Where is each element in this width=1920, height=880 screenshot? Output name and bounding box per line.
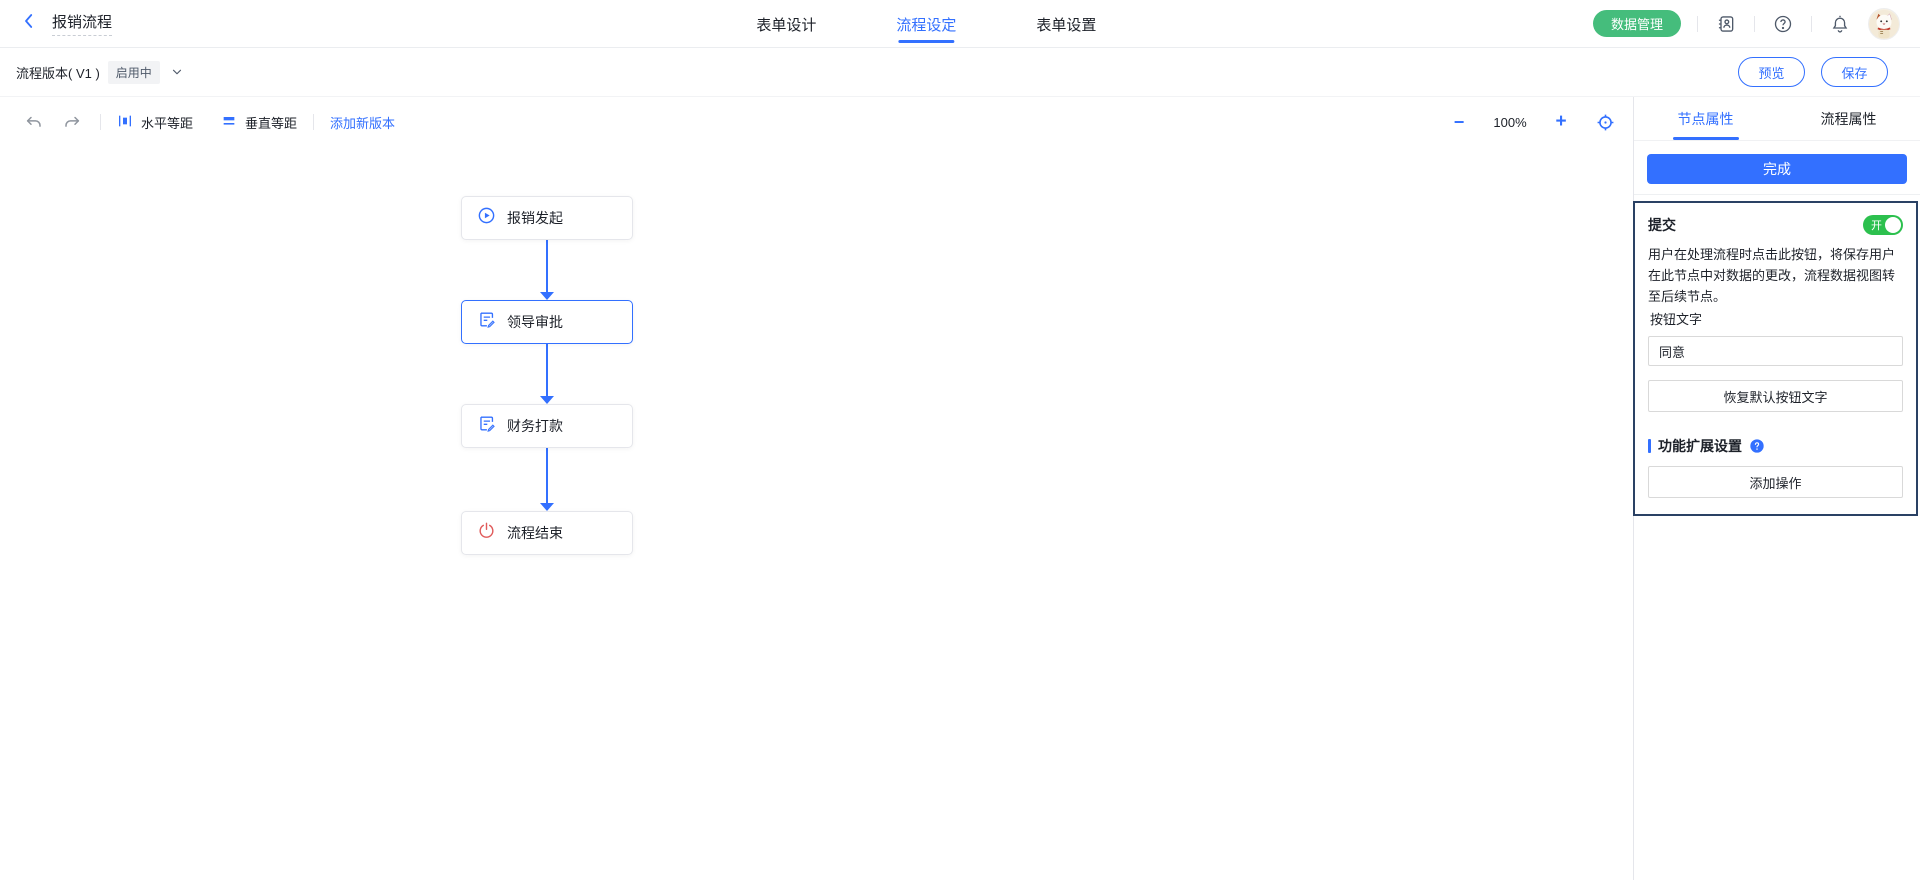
divider <box>1634 194 1920 195</box>
back-button[interactable] <box>20 12 38 35</box>
power-off-icon <box>477 521 496 545</box>
divider <box>1697 16 1698 32</box>
tab-flow-setting[interactable]: 流程设定 <box>896 0 956 48</box>
redo-icon[interactable] <box>60 110 84 134</box>
flow-node-end[interactable]: 流程结束 <box>461 511 633 555</box>
bell-icon[interactable] <box>1828 12 1852 36</box>
flow-connector <box>546 344 548 396</box>
node-label: 流程结束 <box>507 523 563 543</box>
horizontal-space-label: 水平等距 <box>141 113 193 132</box>
version-bar: 流程版本( V1 ) 启用中 预览 保存 <box>0 48 1920 97</box>
version-actions: 预览 保存 <box>1738 57 1904 87</box>
zoom-out-icon[interactable]: − <box>1447 110 1471 134</box>
restore-default-button[interactable]: 恢复默认按钮文字 <box>1648 380 1903 412</box>
section-accent-bar <box>1648 439 1651 453</box>
divider <box>1811 16 1812 32</box>
status-badge: 启用中 <box>108 61 160 84</box>
flow-designer-app: 报销流程 表单设计 流程设定 表单设置 数据管理 <box>0 0 1920 880</box>
divider <box>100 114 101 130</box>
main-area: 水平等距 垂直等距 添加新版本 − 100% <box>0 97 1920 880</box>
vertical-space-icon <box>221 113 237 132</box>
data-manage-button[interactable]: 数据管理 <box>1593 10 1681 37</box>
node-config-box: 提交 开 用户在处理流程时点击此按钮，将保存用户在此节点中对数据的更改，流程数据… <box>1633 201 1918 516</box>
node-label: 财务打款 <box>507 416 563 436</box>
submit-toggle[interactable]: 开 <box>1863 215 1903 235</box>
button-text-label: 按钮文字 <box>1648 309 1903 328</box>
extension-section-header: 功能扩展设置 <box>1648 436 1903 456</box>
node-label: 领导审批 <box>507 312 563 332</box>
header-tabs: 表单设计 流程设定 表单设置 <box>716 0 1136 48</box>
arrow-down-icon <box>540 503 554 511</box>
flow-node-finance[interactable]: 财务打款 <box>461 404 633 448</box>
divider <box>313 114 314 130</box>
tab-form-design[interactable]: 表单设计 <box>756 0 816 48</box>
add-action-button[interactable]: 添加操作 <box>1648 466 1903 498</box>
chevron-left-icon <box>20 12 38 35</box>
extension-section-title: 功能扩展设置 <box>1658 436 1742 456</box>
arrow-down-icon <box>540 292 554 300</box>
properties-panel: 节点属性 流程属性 完成 提交 开 用户在处理流程时点击此按钮，将保存用户在此节… <box>1633 97 1920 880</box>
zoom-in-icon[interactable]: + <box>1549 110 1573 134</box>
vertical-space-button[interactable]: 垂直等距 <box>221 113 297 132</box>
arrow-down-icon <box>540 396 554 404</box>
panel-tabs: 节点属性 流程属性 <box>1634 97 1920 141</box>
horizontal-space-icon <box>117 113 133 132</box>
play-circle-icon <box>477 206 496 230</box>
tab-form-setting[interactable]: 表单设置 <box>1036 0 1096 48</box>
add-version-button[interactable]: 添加新版本 <box>330 113 395 132</box>
divider <box>1754 16 1755 32</box>
flow-canvas[interactable]: 水平等距 垂直等距 添加新版本 − 100% <box>0 97 1633 880</box>
locate-icon[interactable] <box>1593 110 1617 134</box>
node-label: 报销发起 <box>507 208 563 228</box>
tab-node-properties[interactable]: 节点属性 <box>1634 97 1777 140</box>
submit-section-title: 提交 <box>1648 215 1676 235</box>
flow-connector <box>546 448 548 503</box>
header-right-actions: 数据管理 <box>1593 8 1900 40</box>
flow-connector <box>546 240 548 292</box>
contacts-icon[interactable] <box>1714 12 1738 36</box>
page-title[interactable]: 报销流程 <box>52 11 112 36</box>
save-button[interactable]: 保存 <box>1821 57 1888 87</box>
canvas-toolbar: 水平等距 垂直等距 添加新版本 − 100% <box>0 104 1633 140</box>
vertical-space-label: 垂直等距 <box>245 113 297 132</box>
avatar[interactable] <box>1868 8 1900 40</box>
complete-button[interactable]: 完成 <box>1647 154 1907 184</box>
approval-doc-icon <box>477 414 496 438</box>
version-label: 流程版本( V1 ) <box>16 63 100 82</box>
preview-button[interactable]: 预览 <box>1738 57 1805 87</box>
submit-description: 用户在处理流程时点击此按钮，将保存用户在此节点中对数据的更改，流程数据视图转至后… <box>1648 244 1903 307</box>
tab-flow-properties[interactable]: 流程属性 <box>1777 97 1920 140</box>
button-text-input[interactable] <box>1648 336 1903 366</box>
undo-icon[interactable] <box>22 110 46 134</box>
flow-node-start[interactable]: 报销发起 <box>461 196 633 240</box>
zoom-level: 100% <box>1491 115 1529 130</box>
question-circle-icon[interactable] <box>1749 438 1765 454</box>
horizontal-space-button[interactable]: 水平等距 <box>117 113 193 132</box>
help-icon[interactable] <box>1771 12 1795 36</box>
flow-node-approval[interactable]: 领导审批 <box>461 300 633 344</box>
chevron-down-icon[interactable] <box>170 65 184 79</box>
approval-doc-icon <box>477 310 496 334</box>
toggle-state-label: 开 <box>1871 217 1882 233</box>
top-header: 报销流程 表单设计 流程设定 表单设置 数据管理 <box>0 0 1920 48</box>
toggle-knob <box>1885 217 1901 233</box>
